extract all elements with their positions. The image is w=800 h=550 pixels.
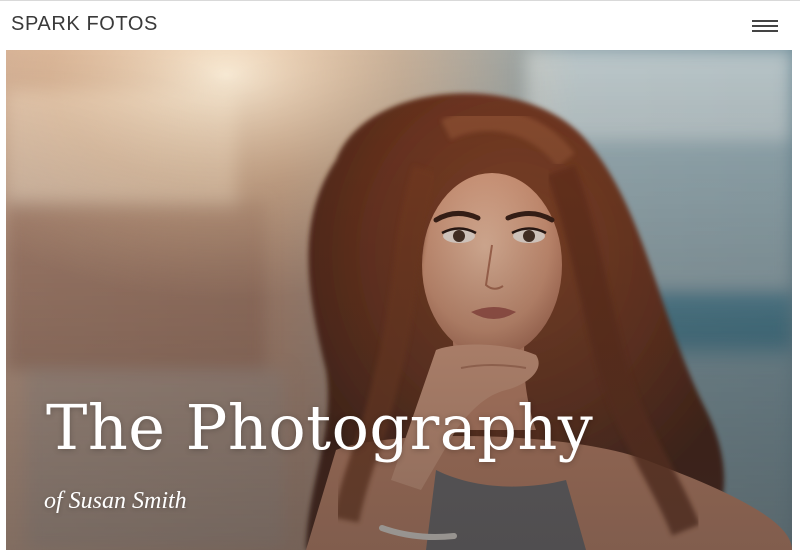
hero-banner: The Photography of Susan Smith: [6, 50, 792, 550]
menu-line: [752, 30, 778, 32]
hero-title: The Photography: [46, 391, 594, 464]
hero-subtitle: of Susan Smith: [44, 488, 187, 514]
site-header: SPARK FOTOS: [0, 0, 800, 50]
menu-line: [752, 25, 778, 27]
site-logo[interactable]: SPARK FOTOS: [11, 12, 158, 36]
hero-portrait-image: [6, 50, 792, 550]
hamburger-menu-icon[interactable]: [748, 15, 782, 37]
menu-line: [752, 20, 778, 22]
